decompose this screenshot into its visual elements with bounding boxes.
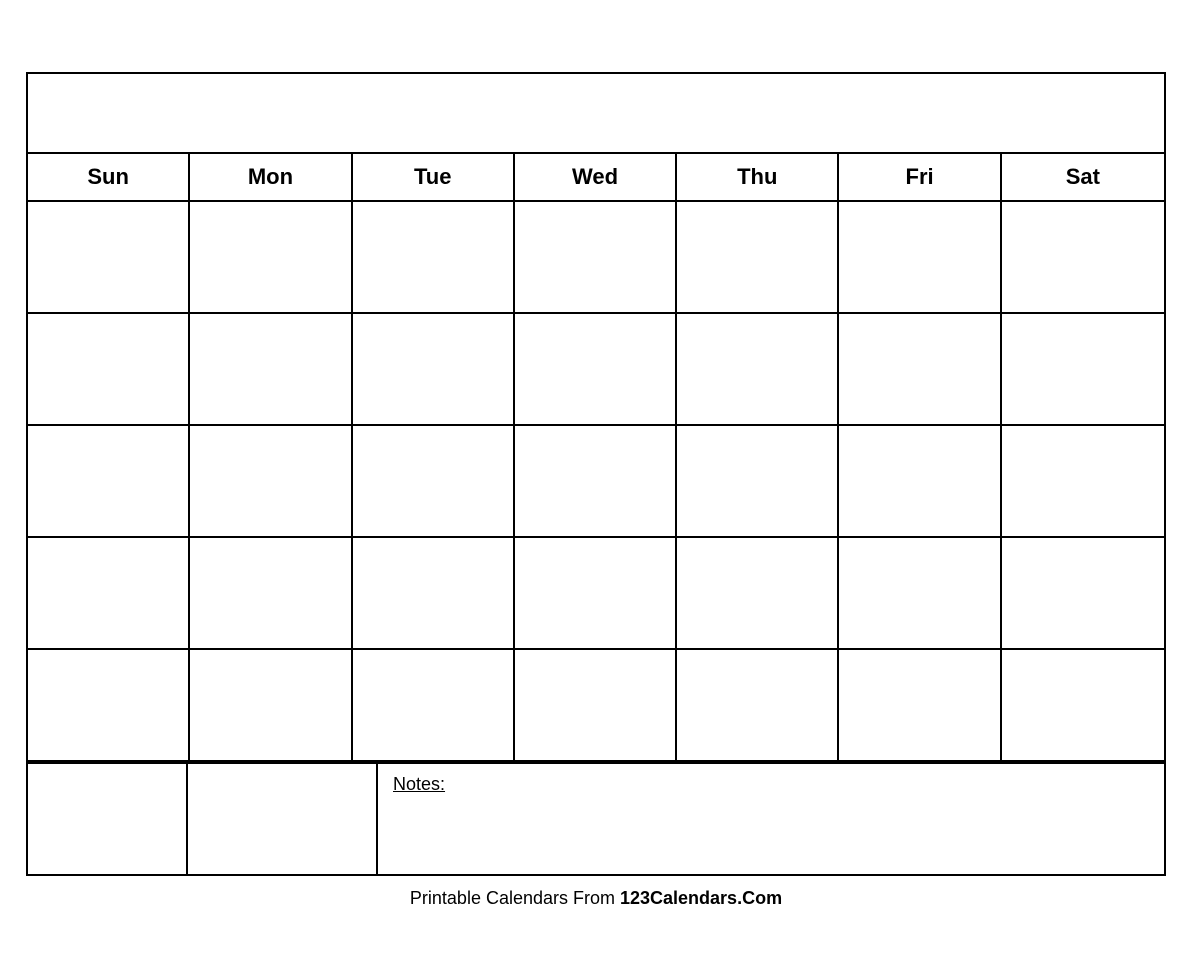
- header-tue: Tue: [353, 154, 515, 200]
- notes-label: Notes:: [393, 774, 445, 794]
- week-row-3: [28, 426, 1164, 538]
- cell-w5-sat[interactable]: [1002, 650, 1164, 760]
- cell-w2-fri[interactable]: [839, 314, 1001, 424]
- cell-w3-wed[interactable]: [515, 426, 677, 536]
- cell-w4-sat[interactable]: [1002, 538, 1164, 648]
- week-row-2: [28, 314, 1164, 426]
- cell-w5-thu[interactable]: [677, 650, 839, 760]
- header-sat: Sat: [1002, 154, 1164, 200]
- cell-w5-wed[interactable]: [515, 650, 677, 760]
- week-row-5: [28, 650, 1164, 762]
- header-wed: Wed: [515, 154, 677, 200]
- notes-cell-1: [28, 764, 188, 874]
- cell-w5-fri[interactable]: [839, 650, 1001, 760]
- cell-w2-thu[interactable]: [677, 314, 839, 424]
- calendar-grid: Sun Mon Tue Wed Thu Fri Sat: [28, 154, 1164, 874]
- calendar-container: Sun Mon Tue Wed Thu Fri Sat: [26, 72, 1166, 876]
- cell-w4-fri[interactable]: [839, 538, 1001, 648]
- cell-w2-tue[interactable]: [353, 314, 515, 424]
- header-sun: Sun: [28, 154, 190, 200]
- footer-text: Printable Calendars From: [410, 888, 620, 908]
- cell-w5-tue[interactable]: [353, 650, 515, 760]
- cell-w2-mon[interactable]: [190, 314, 352, 424]
- cell-w1-fri[interactable]: [839, 202, 1001, 312]
- cell-w1-thu[interactable]: [677, 202, 839, 312]
- cell-w1-sun[interactable]: [28, 202, 190, 312]
- notes-cell-2: [188, 764, 378, 874]
- cell-w4-wed[interactable]: [515, 538, 677, 648]
- calendar-title-row: [28, 74, 1164, 154]
- week-row-1: [28, 202, 1164, 314]
- day-header-row: Sun Mon Tue Wed Thu Fri Sat: [28, 154, 1164, 202]
- cell-w5-mon[interactable]: [190, 650, 352, 760]
- calendar-wrapper: Sun Mon Tue Wed Thu Fri Sat: [26, 72, 1166, 909]
- cell-w2-sat[interactable]: [1002, 314, 1164, 424]
- cell-w3-fri[interactable]: [839, 426, 1001, 536]
- cell-w4-sun[interactable]: [28, 538, 190, 648]
- cell-w3-tue[interactable]: [353, 426, 515, 536]
- cell-w1-mon[interactable]: [190, 202, 352, 312]
- cell-w3-thu[interactable]: [677, 426, 839, 536]
- header-thu: Thu: [677, 154, 839, 200]
- cell-w3-mon[interactable]: [190, 426, 352, 536]
- header-fri: Fri: [839, 154, 1001, 200]
- cell-w4-tue[interactable]: [353, 538, 515, 648]
- cell-w2-sun[interactable]: [28, 314, 190, 424]
- notes-content[interactable]: Notes:: [378, 764, 1164, 874]
- cell-w2-wed[interactable]: [515, 314, 677, 424]
- cell-w1-tue[interactable]: [353, 202, 515, 312]
- cell-w1-sat[interactable]: [1002, 202, 1164, 312]
- cell-w4-mon[interactable]: [190, 538, 352, 648]
- cell-w3-sun[interactable]: [28, 426, 190, 536]
- header-mon: Mon: [190, 154, 352, 200]
- notes-row: Notes:: [28, 762, 1164, 874]
- cell-w4-thu[interactable]: [677, 538, 839, 648]
- footer-brand: 123Calendars.Com: [620, 888, 782, 908]
- week-row-4: [28, 538, 1164, 650]
- cell-w3-sat[interactable]: [1002, 426, 1164, 536]
- cell-w5-sun[interactable]: [28, 650, 190, 760]
- cell-w1-wed[interactable]: [515, 202, 677, 312]
- footer: Printable Calendars From 123Calendars.Co…: [410, 888, 782, 909]
